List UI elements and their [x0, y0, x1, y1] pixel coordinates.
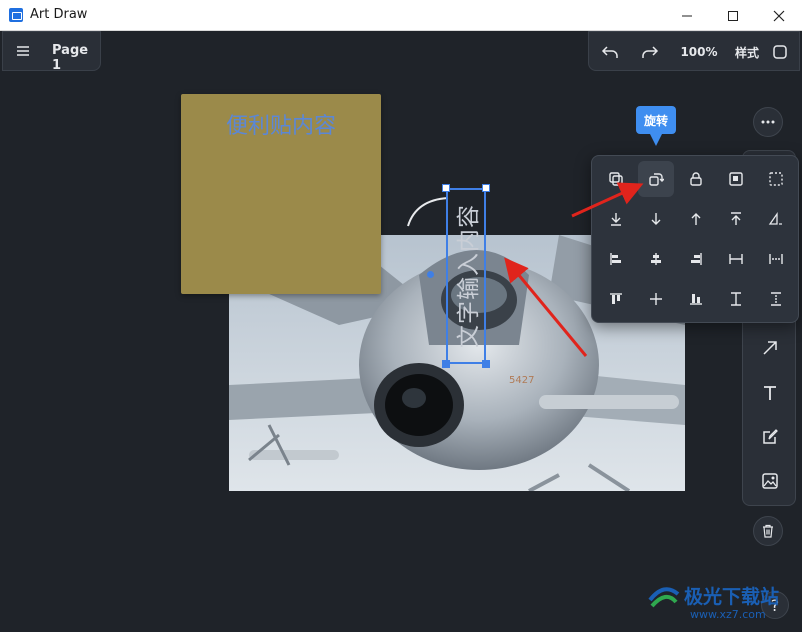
- watermark-logo: [648, 587, 680, 608]
- space-vertical-icon: [771, 292, 781, 306]
- minimize-icon: [682, 15, 692, 16]
- close-button[interactable]: [756, 0, 802, 31]
- page-panel: Page 1: [2, 31, 101, 73]
- align-middle-button[interactable]: [638, 281, 674, 317]
- arrow-tool-icon: [763, 341, 777, 355]
- more-icon: [761, 120, 775, 124]
- image-tool[interactable]: [755, 466, 785, 496]
- undo-button[interactable]: [597, 32, 623, 72]
- minimize-button[interactable]: [664, 0, 710, 31]
- watermark-url: www.xz7.com: [690, 608, 766, 621]
- distribute-horizontal-icon: [729, 254, 743, 264]
- lock-icon: [690, 172, 702, 186]
- align-left-icon: [610, 253, 621, 265]
- square-icon: [773, 45, 787, 59]
- select-all-button[interactable]: [758, 161, 794, 197]
- move-up-button[interactable]: [678, 201, 714, 237]
- sticky-note-text[interactable]: 便利贴内容: [181, 108, 381, 140]
- zoom-level[interactable]: 100%: [677, 32, 721, 72]
- redo-icon: [642, 46, 659, 58]
- pen-tool[interactable]: [755, 422, 785, 452]
- resize-handle-bottom-right[interactable]: [482, 360, 490, 368]
- align-top-icon: [610, 293, 622, 304]
- more-button[interactable]: [753, 107, 783, 137]
- trash-icon: [763, 524, 773, 538]
- group-button[interactable]: [718, 161, 754, 197]
- duplicate-button[interactable]: [598, 161, 634, 197]
- align-left-button[interactable]: [598, 241, 634, 277]
- text-tool-icon: [764, 386, 776, 400]
- flip-button[interactable]: [758, 201, 794, 237]
- align-right-icon: [691, 253, 702, 265]
- distribute-vertical-button[interactable]: [718, 281, 754, 317]
- watermark-text: 极光下载站: [684, 586, 780, 608]
- move-to-top-icon: [731, 212, 741, 225]
- rotate-icon: [649, 173, 664, 186]
- delete-button[interactable]: [753, 516, 783, 546]
- redo-button[interactable]: [637, 32, 663, 72]
- select-dashed-icon: [769, 172, 783, 186]
- selection-box: [446, 188, 486, 364]
- align-bottom-button[interactable]: [678, 281, 714, 317]
- undo-icon: [601, 46, 618, 58]
- tooltip-arrow: [650, 134, 662, 146]
- arrange-popover: [591, 155, 799, 323]
- move-down-icon: [651, 213, 661, 225]
- text-tool[interactable]: [755, 378, 785, 408]
- move-to-top-button[interactable]: [718, 201, 754, 237]
- duplicate-icon: [609, 172, 623, 186]
- panel-toggle-button[interactable]: [769, 32, 791, 72]
- align-bottom-icon: [690, 294, 702, 305]
- menu-icon[interactable]: [15, 43, 31, 59]
- app-icon: [9, 8, 23, 22]
- move-to-bottom-icon: [611, 213, 621, 226]
- page-selector[interactable]: Page 1: [52, 43, 100, 73]
- space-vertical-button[interactable]: [758, 281, 794, 317]
- window-title: Art Draw: [30, 7, 88, 22]
- sticky-note[interactable]: 便利贴内容: [181, 94, 381, 294]
- align-right-button[interactable]: [678, 241, 714, 277]
- image-tool-icon: [762, 473, 778, 489]
- group-icon: [729, 172, 743, 186]
- align-center-horizontal-icon: [651, 253, 661, 265]
- distribute-horizontal-button[interactable]: [718, 241, 754, 277]
- lock-button[interactable]: [678, 161, 714, 197]
- style-button[interactable]: 样式: [729, 32, 765, 72]
- move-up-icon: [691, 213, 701, 225]
- space-horizontal-button[interactable]: [758, 241, 794, 277]
- svg-text:5427: 5427: [509, 375, 534, 386]
- top-toolbar: 100% 样式: [588, 31, 800, 71]
- align-top-button[interactable]: [598, 281, 634, 317]
- flip-icon: [768, 211, 782, 225]
- maximize-icon: [728, 10, 738, 21]
- distribute-vertical-icon: [731, 292, 741, 306]
- pen-tool-icon: [763, 429, 778, 444]
- move-to-bottom-button[interactable]: [598, 201, 634, 237]
- rotate-handle[interactable]: [427, 271, 434, 278]
- maximize-button[interactable]: [710, 0, 756, 31]
- move-down-button[interactable]: [638, 201, 674, 237]
- align-middle-icon: [650, 293, 662, 305]
- align-center-horizontal-button[interactable]: [638, 241, 674, 277]
- space-horizontal-icon: [769, 254, 783, 264]
- resize-handle-top-left[interactable]: [442, 184, 450, 192]
- rotate-button[interactable]: [638, 161, 674, 197]
- resize-handle-top-right[interactable]: [482, 184, 490, 192]
- close-icon: [773, 10, 785, 21]
- arrow-tool[interactable]: [755, 333, 785, 363]
- resize-handle-bottom-left[interactable]: [442, 360, 450, 368]
- window-titlebar: Art Draw: [0, 0, 802, 31]
- rotate-tooltip: 旋转: [636, 106, 676, 134]
